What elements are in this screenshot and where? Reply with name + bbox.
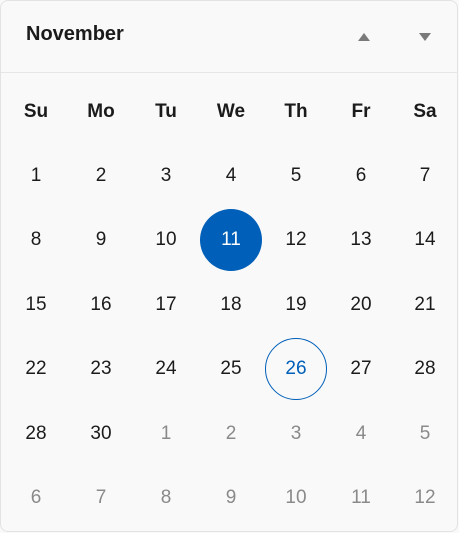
weekday-label: We [216,101,246,122]
day-cell-other-month[interactable]: 2 [200,403,262,465]
day-cell[interactable]: 16 [70,274,132,336]
weekday-header-row: Su Mo Tu We Th Fr Sa [1,97,457,127]
day-cell-other-month[interactable]: 7 [70,467,132,529]
day-cell-other-month[interactable]: 11 [330,467,392,529]
month-title[interactable]: November [26,23,124,46]
day-cell[interactable]: 17 [135,274,197,336]
day-cell-other-month[interactable]: 9 [200,467,262,529]
day-cell-other-month[interactable]: 1 [135,403,197,465]
day-cell[interactable]: 30 [70,403,132,465]
day-cell[interactable]: 4 [200,145,262,207]
weekday-label: Su [23,101,49,122]
day-cell[interactable]: 27 [330,338,392,400]
day-cell-other-month[interactable]: 8 [135,467,197,529]
day-cell[interactable]: 28 [5,403,67,465]
day-cell[interactable]: 2 [70,145,132,207]
day-cell[interactable]: 5 [265,145,327,207]
day-cell[interactable]: 19 [265,274,327,336]
day-cell[interactable]: 21 [394,274,456,336]
day-cell[interactable]: 7 [394,145,456,207]
day-cell[interactable]: 8 [5,209,67,271]
day-cell-other-month[interactable]: 3 [265,403,327,465]
day-cell-today[interactable]: 26 [265,338,327,400]
day-cell[interactable]: 18 [200,274,262,336]
day-cell[interactable]: 1 [5,145,67,207]
day-cell[interactable]: 25 [200,338,262,400]
day-cell-other-month[interactable]: 5 [394,403,456,465]
day-cell[interactable]: 12 [265,209,327,271]
day-cell[interactable]: 20 [330,274,392,336]
day-cell[interactable]: 15 [5,274,67,336]
day-cell[interactable]: 24 [135,338,197,400]
day-cell[interactable]: 6 [330,145,392,207]
day-cell[interactable]: 3 [135,145,197,207]
weekday-label: Sa [413,101,437,122]
day-cell-other-month[interactable]: 6 [5,467,67,529]
day-cell-other-month[interactable]: 4 [330,403,392,465]
calendar-flyout: November Su Mo Tu We Th Fr Sa 1 2 3 4 5 6 7 8 9 10 11 12 1… [0,0,458,532]
next-month-button[interactable] [409,21,441,53]
triangle-up-icon [358,33,370,41]
day-cell[interactable]: 23 [70,338,132,400]
day-cell[interactable]: 28 [394,338,456,400]
weekday-label: Mo [87,101,115,122]
weekday-label: Th [284,101,308,122]
calendar-header: November [1,1,457,73]
weekday-label: Fr [351,101,371,122]
day-cell[interactable]: 14 [394,209,456,271]
day-cell[interactable]: 10 [135,209,197,271]
day-cell-other-month[interactable]: 12 [394,467,456,529]
day-cell[interactable]: 13 [330,209,392,271]
day-cell-other-month[interactable]: 10 [265,467,327,529]
day-cell[interactable]: 22 [5,338,67,400]
previous-month-button[interactable] [348,21,380,53]
day-cell[interactable]: 9 [70,209,132,271]
weekday-label: Tu [155,101,177,122]
triangle-down-icon [419,33,431,41]
day-cell-selected[interactable]: 11 [200,209,262,271]
